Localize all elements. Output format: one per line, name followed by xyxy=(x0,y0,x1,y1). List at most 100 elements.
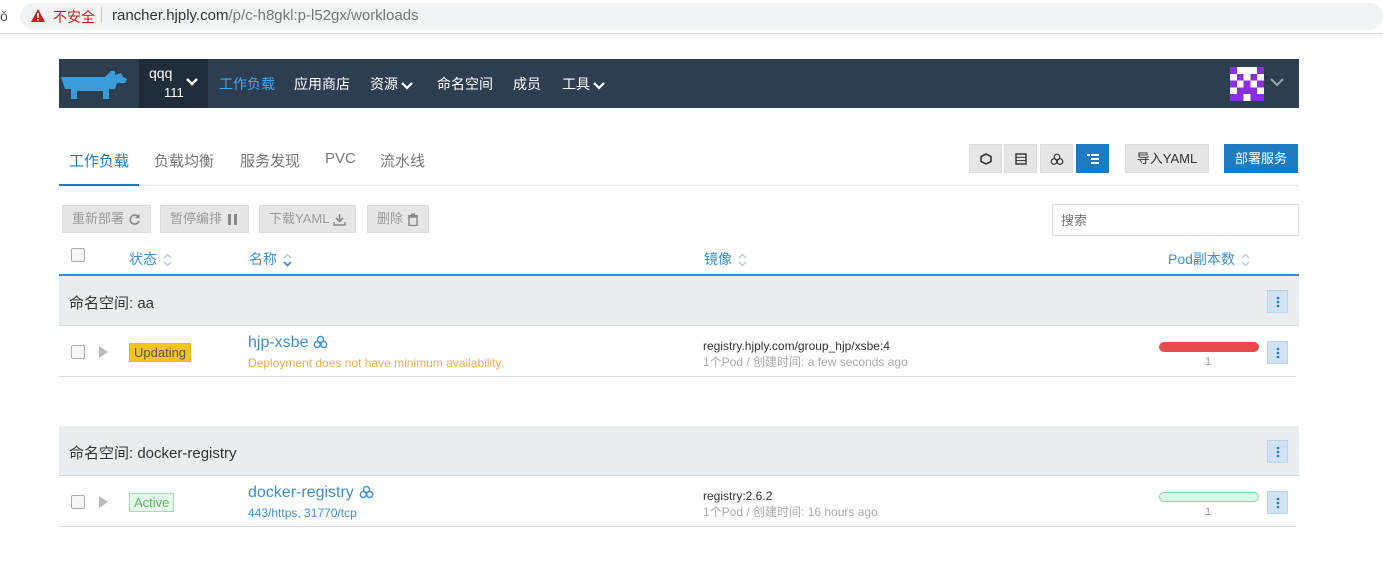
nav-tools[interactable]: 工具 xyxy=(562,74,605,94)
sort-icon xyxy=(738,253,747,267)
nav-tools-label: 工具 xyxy=(562,76,590,92)
select-all-checkbox[interactable] xyxy=(71,248,85,262)
tab-service-discovery[interactable]: 服务发现 xyxy=(240,150,300,171)
status-badge: Updating xyxy=(129,343,192,362)
nav-members[interactable]: 成员 xyxy=(513,74,541,94)
column-state-label: 状态 xyxy=(129,251,157,267)
group-list-icon xyxy=(1086,153,1099,164)
url-host: rancher.hjply.com xyxy=(112,7,229,24)
nav-workloads[interactable]: 工作负载 xyxy=(219,74,275,94)
more-vertical-icon xyxy=(1276,497,1279,508)
avatar-icon[interactable] xyxy=(1230,67,1264,101)
namespace-label: 命名空间: docker-registry xyxy=(69,445,237,462)
namespace-label: 命名空间: aa xyxy=(69,295,155,312)
pod-count: 1 xyxy=(1205,506,1212,518)
tab-pvc[interactable]: PVC xyxy=(325,150,356,167)
sort-icon xyxy=(283,253,292,268)
pause-button[interactable]: 暂停编排 xyxy=(160,205,250,233)
sort-icon xyxy=(1241,253,1250,267)
chevron-down-icon xyxy=(186,78,198,86)
cluster-name: qqq xyxy=(149,65,173,81)
top-navbar: qqq 111 工作负载 应用商店 资源 命名空间 成员 工具 xyxy=(59,59,1299,108)
pod-progress-bar xyxy=(1159,492,1259,502)
list-icon xyxy=(1014,152,1027,165)
project-name: 111 xyxy=(164,85,184,100)
rancher-logo-icon[interactable] xyxy=(59,69,129,103)
delete-label: 删除 xyxy=(377,211,404,226)
nav-namespaces[interactable]: 命名空间 xyxy=(437,74,493,94)
cluster-project-switcher[interactable]: qqq 111 xyxy=(139,59,208,108)
pod-count: 1 xyxy=(1205,356,1212,368)
row-checkbox[interactable] xyxy=(71,345,85,359)
pod-progress-bar xyxy=(1159,342,1259,352)
row-checkbox[interactable] xyxy=(71,495,85,509)
row-actions-button[interactable] xyxy=(1267,491,1288,514)
more-vertical-icon xyxy=(1276,296,1279,307)
table-row: Updating hjp-xsbe Deployment does not ha… xyxy=(59,327,1296,377)
workload-icon xyxy=(314,335,328,349)
view-workload-button[interactable] xyxy=(1040,144,1073,173)
divider xyxy=(101,7,102,23)
delete-button[interactable]: 删除 xyxy=(367,205,430,233)
download-yaml-button[interactable]: 下载YAML xyxy=(259,205,357,233)
workload-icon xyxy=(1050,153,1063,165)
workload-endpoints[interactable]: 443/https, 31770/tcp xyxy=(248,506,357,520)
redeploy-button[interactable]: 重新部署 xyxy=(62,205,152,233)
column-name-label: 名称 xyxy=(249,251,277,267)
trash-icon xyxy=(408,213,419,227)
active-tab-indicator xyxy=(59,184,139,186)
workload-name: hjp-xsbe xyxy=(248,334,309,351)
row-actions-button[interactable] xyxy=(1267,341,1288,364)
chevron-down-icon xyxy=(593,82,605,90)
page-info-glyph: ǒ xyxy=(0,8,8,24)
more-vertical-icon xyxy=(1276,446,1279,457)
column-header-scale[interactable]: Pod副本数 xyxy=(1168,249,1250,269)
workload-icon xyxy=(359,485,374,499)
insecure-label[interactable]: 不安全 xyxy=(53,7,95,27)
workload-meta: 1个Pod / 创建时间: a few seconds ago xyxy=(703,355,908,369)
tabs-divider xyxy=(59,185,1299,186)
group-actions-button[interactable] xyxy=(1267,440,1288,463)
nav-resources[interactable]: 资源 xyxy=(370,74,413,94)
namespace-group-header: 命名空间: docker-registry xyxy=(59,426,1299,476)
column-image-label: 镜像 xyxy=(704,251,732,267)
tab-load-balancing[interactable]: 负载均衡 xyxy=(154,150,214,171)
cube-icon xyxy=(979,152,992,165)
nav-catalog[interactable]: 应用商店 xyxy=(294,74,350,94)
group-actions-button[interactable] xyxy=(1267,290,1288,313)
column-header-image[interactable]: 镜像 xyxy=(704,249,747,269)
image-name: registry:2.6.2 xyxy=(703,489,773,503)
tab-workloads[interactable]: 工作负载 xyxy=(69,150,129,171)
workload-name: docker-registry xyxy=(248,484,354,501)
download-icon xyxy=(333,214,347,226)
nav-resources-label: 资源 xyxy=(370,76,398,92)
url-path: /p/c-h8gkl:p-l52gx/workloads xyxy=(228,7,419,24)
pause-icon xyxy=(228,214,238,226)
pause-label: 暂停编排 xyxy=(170,211,223,226)
workload-name-link[interactable]: hjp-xsbe xyxy=(248,334,328,352)
more-vertical-icon xyxy=(1276,347,1279,358)
view-node-button[interactable] xyxy=(969,144,1002,173)
workload-name-link[interactable]: docker-registry xyxy=(248,484,374,502)
status-badge: Active xyxy=(129,493,175,512)
chevron-down-icon[interactable] xyxy=(1270,77,1284,87)
search-input[interactable] xyxy=(1052,204,1299,236)
expand-arrow-icon[interactable] xyxy=(99,346,108,358)
column-header-state[interactable]: 状态 xyxy=(129,249,172,269)
deploy-button[interactable]: 部署服务 xyxy=(1224,144,1298,173)
namespace-group-header: 命名空间: aa xyxy=(59,276,1299,326)
image-name: registry.hjply.com/group_hjp/xsbe:4 xyxy=(703,339,890,353)
url-text[interactable]: rancher.hjply.com/p/c-h8gkl:p-l52gx/work… xyxy=(112,7,419,24)
workload-meta: 1个Pod / 创建时间: 16 hours ago xyxy=(703,505,878,519)
tab-pipelines[interactable]: 流水线 xyxy=(380,150,425,171)
download-yaml-label: 下载YAML xyxy=(269,211,330,226)
expand-arrow-icon[interactable] xyxy=(99,496,108,508)
sort-icon xyxy=(163,253,172,267)
column-header-name[interactable]: 名称 xyxy=(249,249,292,269)
import-yaml-button[interactable]: 导入YAML xyxy=(1125,144,1209,173)
warning-icon[interactable] xyxy=(30,8,46,24)
view-group-button[interactable] xyxy=(1076,144,1109,173)
chevron-down-icon xyxy=(401,82,413,90)
browser-address-bar: ǒ 不安全 rancher.hjply.com/p/c-h8gkl:p-l52g… xyxy=(0,0,1383,34)
view-list-button[interactable] xyxy=(1004,144,1037,173)
